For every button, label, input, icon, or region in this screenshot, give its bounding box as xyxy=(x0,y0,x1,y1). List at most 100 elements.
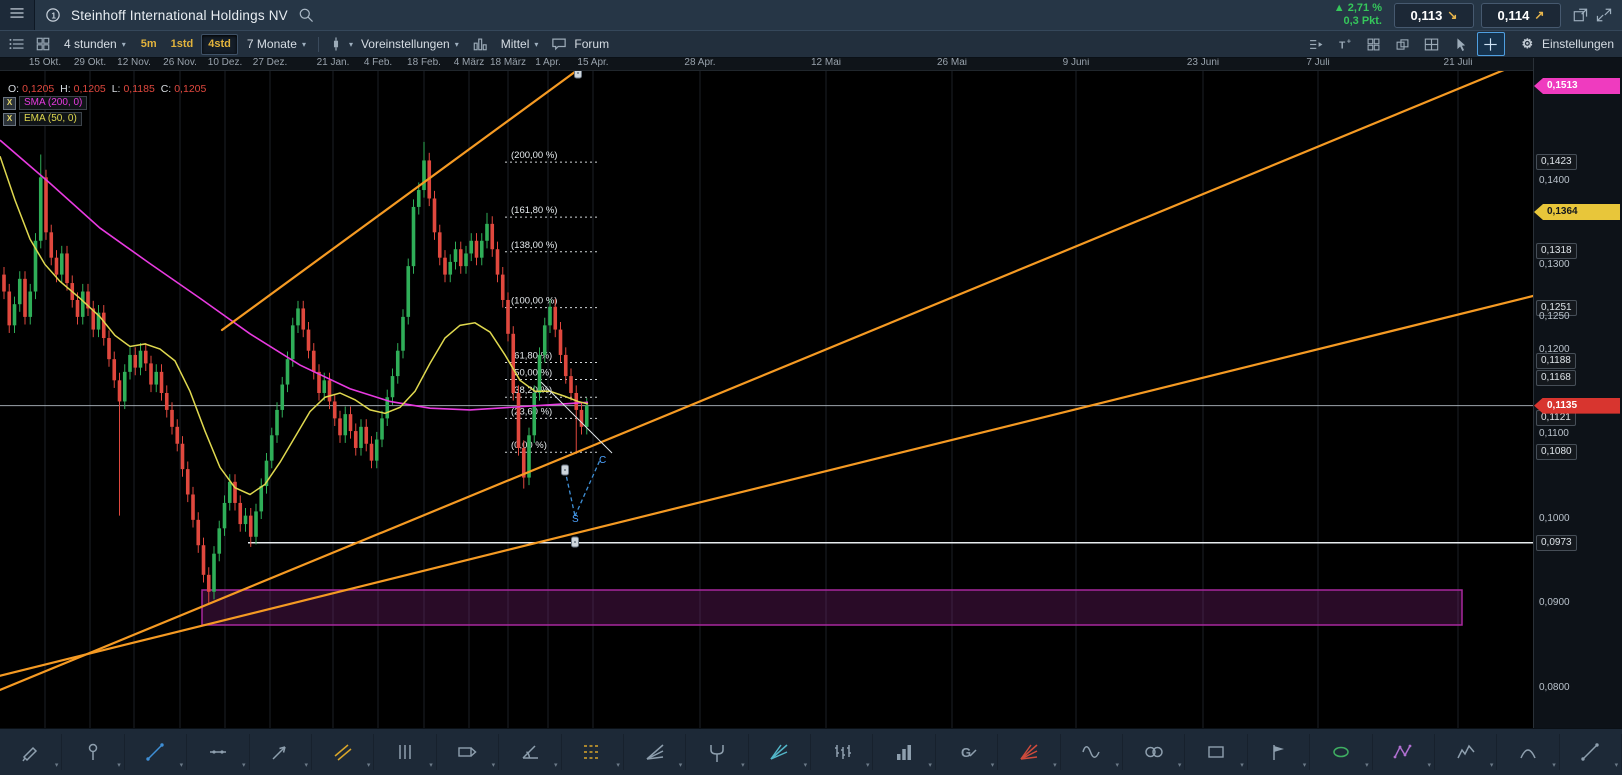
rectangle-tool-icon[interactable]: ▾ xyxy=(1185,734,1247,770)
sell-price: 0,113 xyxy=(1411,8,1443,23)
chart-toolbar: 4 stunden ▾ 5m 1std 4std 7 Monate ▾ ▾ Vo… xyxy=(0,30,1622,58)
chevron-down-icon: ▾ xyxy=(302,40,306,49)
crosshair-tool-icon[interactable] xyxy=(1477,32,1505,56)
price-label-tool-icon[interactable]: ▾ xyxy=(437,734,499,770)
main-menu-button[interactable] xyxy=(0,0,35,30)
current-price-badge: 0,1135 xyxy=(1534,398,1620,414)
gann-fan-tool-icon[interactable]: ▾ xyxy=(998,734,1060,770)
indicator-label[interactable]: SMA (200, 0) xyxy=(19,96,87,110)
support-zone-rectangle[interactable] xyxy=(202,590,1462,625)
fib-level-label: (138,00 %) xyxy=(511,240,557,251)
buy-arrow-icon: ↗ xyxy=(1534,8,1544,22)
pointer-tool-icon[interactable] xyxy=(1448,33,1474,55)
date-tick-label: 18 Feb. xyxy=(407,57,441,68)
horizontal-line-tool-icon[interactable]: ▾ xyxy=(187,734,249,770)
price-axis-label: 0,0973 xyxy=(1536,535,1577,551)
indicator-label[interactable]: EMA (50, 0) xyxy=(19,112,82,126)
forum-bubble-icon[interactable] xyxy=(546,33,572,55)
pin-tool-icon[interactable]: ▾ xyxy=(62,734,124,770)
multi-window-icon[interactable] xyxy=(1419,33,1445,55)
speed-lines-tool-icon[interactable]: ▾ xyxy=(749,734,811,770)
settings-button[interactable]: ⚙ Einstellungen xyxy=(1511,34,1622,55)
grid-layout-icon[interactable] xyxy=(1361,33,1387,55)
price-axis[interactable]: 0,15130,14230,14000,13640,13180,13000,12… xyxy=(1533,56,1622,728)
date-tick-label: 26 Mai xyxy=(937,57,967,68)
layout-grid-icon[interactable] xyxy=(30,33,56,55)
price-axis-label: 0,1300 xyxy=(1539,258,1570,272)
indicator-columns-icon[interactable] xyxy=(467,33,493,55)
chevron-down-icon: ▾ xyxy=(928,761,932,769)
forum-button[interactable]: Forum xyxy=(572,31,617,57)
search-icon[interactable] xyxy=(294,3,318,27)
vertical-line-tool-icon[interactable]: ▾ xyxy=(374,734,436,770)
annotation-letter: C xyxy=(599,455,606,466)
trend-line[interactable] xyxy=(222,66,583,330)
fib-level-label: (161,80 %) xyxy=(511,205,557,216)
date-tick-label: 12 Mai xyxy=(811,57,841,68)
volume-profile-tool-icon[interactable]: ▾ xyxy=(873,734,935,770)
trend-angle-tool-icon[interactable]: ▾ xyxy=(499,734,561,770)
parallel-channel-tool-icon[interactable]: ▾ xyxy=(312,734,374,770)
price-axis-label: 0,0900 xyxy=(1539,596,1570,610)
cycle-lines-tool-icon[interactable]: ▾ xyxy=(1123,734,1185,770)
ellipse-tool-icon[interactable]: ▾ xyxy=(1310,734,1372,770)
indicator-chip: XSMA (200, 0) xyxy=(3,96,87,110)
pitchfork-tool-icon[interactable]: ▾ xyxy=(686,734,748,770)
range-dropdown[interactable]: 7 Monate ▾ xyxy=(239,31,314,57)
chevron-down-icon: ▾ xyxy=(679,761,683,769)
text-tool-icon[interactable]: T+ xyxy=(1332,33,1358,55)
gann-tool-icon[interactable]: G▾ xyxy=(936,734,998,770)
annotation-dashed-segment[interactable] xyxy=(575,460,600,516)
measure-tool-icon[interactable]: ▾ xyxy=(1560,734,1622,770)
price-axis-label: 0,1080 xyxy=(1536,444,1577,460)
pencil-tool-icon[interactable]: ▾ xyxy=(0,734,62,770)
xabcd-pattern-tool-icon[interactable]: ▾ xyxy=(1373,734,1435,770)
chevron-down-icon: ▾ xyxy=(1552,761,1556,769)
chevron-down-icon: ▾ xyxy=(492,761,496,769)
chevron-down-icon: ▾ xyxy=(1303,761,1307,769)
indicator-remove-button[interactable]: X xyxy=(3,113,16,126)
buy-price-button[interactable]: 0,114 ↗ xyxy=(1481,3,1561,28)
instrument-info-icon[interactable]: 1 xyxy=(41,3,65,27)
chevron-down-icon: ▾ xyxy=(866,761,870,769)
interval-dropdown[interactable]: 4 stunden ▾ xyxy=(56,31,134,57)
flag-tool-icon[interactable]: ▾ xyxy=(1248,734,1310,770)
trendline-tool-icon[interactable]: ▾ xyxy=(125,734,187,770)
svg-text:+: + xyxy=(1347,38,1351,45)
chart-list-icon[interactable] xyxy=(4,33,30,55)
indicator-remove-button[interactable]: X xyxy=(3,97,16,110)
date-tick-label: 7 Juli xyxy=(1306,57,1329,68)
timeframe-1std-button[interactable]: 1std xyxy=(165,35,200,54)
panel-toggle-icon[interactable] xyxy=(1303,33,1329,55)
price-axis-label: 0,1423 xyxy=(1536,154,1577,170)
sell-price-button[interactable]: 0,113 ↘ xyxy=(1394,3,1474,28)
sine-wave-tool-icon[interactable]: ▾ xyxy=(1061,734,1123,770)
annotation-letter: S xyxy=(572,514,579,525)
arc-tool-icon[interactable]: ▾ xyxy=(1497,734,1559,770)
change-points: 0,3 Pkt. xyxy=(1334,15,1382,28)
chevron-down-icon: ▾ xyxy=(1178,761,1182,769)
price-axis-label: 0,1318 xyxy=(1536,243,1577,259)
popout-icon[interactable] xyxy=(1568,3,1592,27)
instrument-title: Steinhoff International Holdings NV xyxy=(71,8,288,23)
elliott-wave-tool-icon[interactable]: ▾ xyxy=(1435,734,1497,770)
chevron-down-icon: ▾ xyxy=(534,40,538,49)
timeframe-4std-button[interactable]: 4std xyxy=(201,34,238,55)
chart-type-candle-icon[interactable] xyxy=(323,33,349,55)
fib-retracement-tool-icon[interactable]: ▾ xyxy=(562,734,624,770)
trading-app-window: 1 Steinhoff International Holdings NV ▲ … xyxy=(0,0,1622,775)
arrow-line-tool-icon[interactable]: ▾ xyxy=(250,734,312,770)
mittel-dropdown[interactable]: Mittel ▾ xyxy=(493,31,547,57)
window-header: 1 Steinhoff International Holdings NV ▲ … xyxy=(0,0,1622,30)
expand-icon[interactable] xyxy=(1592,3,1616,27)
chevron-down-icon: ▾ xyxy=(117,761,121,769)
compare-icon[interactable] xyxy=(1390,33,1416,55)
bar-pattern-tool-icon[interactable]: ▾ xyxy=(811,734,873,770)
price-chart[interactable]: (200,00 %)(161,80 %)(138,00 %)(100,00 %)… xyxy=(0,56,1533,728)
fib-fan-tool-icon[interactable]: ▾ xyxy=(624,734,686,770)
presets-dropdown[interactable]: Voreinstellungen ▾ xyxy=(353,31,467,57)
date-tick-label: 1 Apr. xyxy=(535,57,561,68)
timeframe-5m-button[interactable]: 5m xyxy=(135,35,163,54)
annotation-dashed-segment[interactable] xyxy=(565,470,575,516)
time-axis[interactable]: 15 Okt.29 Okt.12 Nov.26 Nov.10 Dez.27 De… xyxy=(0,56,1533,71)
